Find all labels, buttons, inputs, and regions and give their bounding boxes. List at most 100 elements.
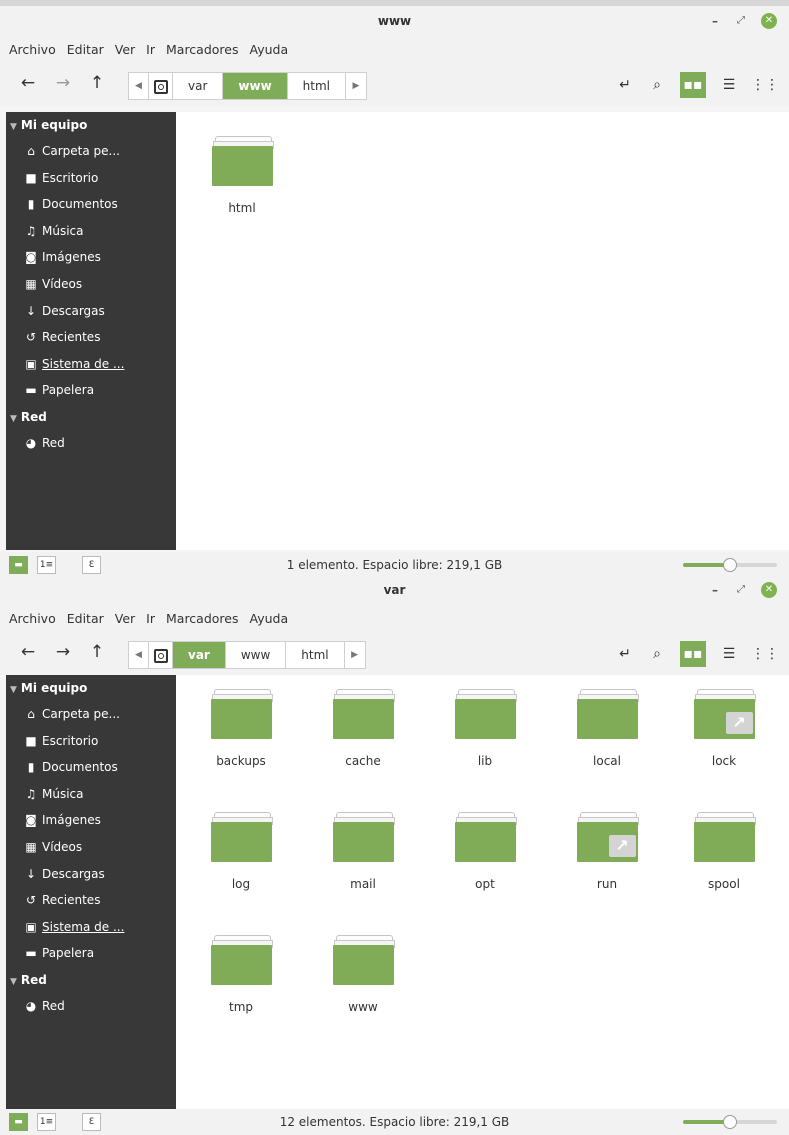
sidebar-item-descargas[interactable]: ↓ Descargas bbox=[6, 298, 176, 325]
breadcrumb-var[interactable]: var bbox=[173, 642, 226, 668]
maximize-button[interactable]: ⤢ bbox=[733, 13, 749, 29]
forward-button[interactable]: → bbox=[52, 642, 74, 662]
menu-bar: Archivo Editar Ver Ir Marcadores Ayuda bbox=[0, 38, 789, 60]
folder-item[interactable]: spool bbox=[664, 812, 784, 891]
sidebar-item-documentos[interactable]: ▮ Documentos bbox=[6, 191, 176, 218]
breadcrumb-html[interactable]: html bbox=[288, 73, 346, 99]
compact-view-button[interactable]: ⋮⋮ bbox=[751, 72, 779, 98]
folder-item[interactable]: opt bbox=[425, 812, 545, 891]
zoom-slider[interactable] bbox=[683, 1115, 777, 1129]
breadcrumb-root-disk-icon[interactable] bbox=[149, 642, 173, 668]
folder-item[interactable]: cache bbox=[303, 689, 423, 768]
folder-item[interactable]: tmp bbox=[181, 935, 301, 1014]
zoom-slider-knob[interactable] bbox=[723, 1115, 737, 1129]
back-button[interactable]: ← bbox=[17, 73, 39, 93]
sidebar-item-carpeta-personal[interactable]: ⌂ Carpeta pe... bbox=[6, 138, 176, 165]
search-icon[interactable]: ⌕ bbox=[644, 641, 670, 667]
folder-item[interactable]: log bbox=[181, 812, 301, 891]
sidebar-item-musica[interactable]: ♫ Música bbox=[6, 781, 176, 808]
menu-editar[interactable]: Editar bbox=[67, 42, 104, 57]
breadcrumb-right-arrow-icon[interactable]: ▶ bbox=[345, 642, 365, 668]
menu-ir[interactable]: Ir bbox=[146, 611, 155, 626]
sidebar-section-red[interactable]: ▼ Red bbox=[6, 967, 176, 993]
breadcrumb-html[interactable]: html bbox=[286, 642, 345, 668]
toolbar: ← → ↑ ◀ var www html ▶ ↵ ⌕ ▪▪ ☰ ⋮⋮ bbox=[0, 60, 789, 106]
music-icon: ♫ bbox=[25, 223, 37, 238]
file-view: backups cache lib local ↗ lock log mail bbox=[176, 675, 789, 1109]
folder-item[interactable]: local bbox=[547, 689, 667, 768]
menu-archivo[interactable]: Archivo bbox=[9, 42, 56, 57]
sidebar-item-videos[interactable]: ▦ Vídeos bbox=[6, 271, 176, 298]
sidebar-item-imagenes[interactable]: ◙ Imágenes bbox=[6, 244, 176, 271]
sidebar-section-red[interactable]: ▼ Red bbox=[6, 404, 176, 430]
sidebar-item-red[interactable]: ◕ Red bbox=[6, 993, 176, 1020]
menu-ir[interactable]: Ir bbox=[146, 42, 155, 57]
folder-icon bbox=[332, 812, 395, 862]
folder-item[interactable]: html bbox=[182, 136, 302, 215]
forward-button[interactable]: → bbox=[52, 73, 74, 93]
breadcrumb-right-arrow-icon[interactable]: ▶ bbox=[346, 73, 366, 99]
menu-ver[interactable]: Ver bbox=[115, 611, 135, 626]
close-button[interactable]: ✕ bbox=[761, 582, 777, 598]
breadcrumb-www[interactable]: www bbox=[226, 642, 287, 668]
breadcrumb-left-arrow-icon[interactable]: ◀ bbox=[129, 73, 149, 99]
sidebar-item-papelera[interactable]: ▬ Papelera bbox=[6, 377, 176, 404]
breadcrumb-root-disk-icon[interactable] bbox=[149, 73, 173, 99]
list-view-button[interactable]: ☰ bbox=[716, 72, 742, 98]
sidebar-item-videos[interactable]: ▦ Vídeos bbox=[6, 834, 176, 861]
menu-ayuda[interactable]: Ayuda bbox=[250, 42, 289, 57]
folder-item[interactable]: ↗ lock bbox=[664, 689, 784, 768]
sidebar-item-imagenes[interactable]: ◙ Imágenes bbox=[6, 807, 176, 834]
toggle-location-entry-icon[interactable]: ↵ bbox=[612, 641, 638, 667]
zoom-slider[interactable] bbox=[683, 558, 777, 572]
breadcrumb-www[interactable]: www bbox=[223, 73, 288, 99]
trash-icon: ▬ bbox=[25, 946, 37, 961]
menu-editar[interactable]: Editar bbox=[67, 611, 104, 626]
sidebar-item-documentos[interactable]: ▮ Documentos bbox=[6, 754, 176, 781]
sidebar-item-red[interactable]: ◕ Red bbox=[6, 430, 176, 457]
menu-ver[interactable]: Ver bbox=[115, 42, 135, 57]
search-icon[interactable]: ⌕ bbox=[644, 72, 670, 98]
icon-view-button[interactable]: ▪▪ bbox=[680, 72, 706, 98]
icon-view-button[interactable]: ▪▪ bbox=[680, 641, 706, 667]
list-view-button[interactable]: ☰ bbox=[716, 641, 742, 667]
title-bar[interactable]: var – ⤢ ✕ bbox=[0, 575, 789, 607]
sidebar-item-escritorio[interactable]: ■ Escritorio bbox=[6, 165, 176, 192]
sidebar-item-descargas[interactable]: ↓ Descargas bbox=[6, 861, 176, 888]
minimize-button[interactable]: – bbox=[707, 13, 723, 29]
breadcrumb-var[interactable]: var bbox=[173, 73, 224, 99]
menu-marcadores[interactable]: Marcadores bbox=[166, 611, 239, 626]
folder-item[interactable]: lib bbox=[425, 689, 545, 768]
menu-archivo[interactable]: Archivo bbox=[9, 611, 56, 626]
compact-view-button[interactable]: ⋮⋮ bbox=[751, 641, 779, 667]
folder-name: cache bbox=[345, 754, 381, 768]
folder-item[interactable]: mail bbox=[303, 812, 423, 891]
back-button[interactable]: ← bbox=[17, 642, 39, 662]
folder-item[interactable]: www bbox=[303, 935, 423, 1014]
menu-ayuda[interactable]: Ayuda bbox=[250, 611, 289, 626]
sidebar-item-musica[interactable]: ♫ Música bbox=[6, 218, 176, 245]
menu-marcadores[interactable]: Marcadores bbox=[166, 42, 239, 57]
folder-item[interactable]: ↗ run bbox=[547, 812, 667, 891]
folder-item[interactable]: backups bbox=[181, 689, 301, 768]
sidebar-item-recientes[interactable]: ↺ Recientes bbox=[6, 324, 176, 351]
sidebar-item-papelera[interactable]: ▬ Papelera bbox=[6, 940, 176, 967]
toggle-location-entry-icon[interactable]: ↵ bbox=[612, 72, 638, 98]
zoom-slider-knob[interactable] bbox=[723, 558, 737, 572]
trash-icon: ▬ bbox=[25, 383, 37, 398]
sidebar-item-carpeta-personal[interactable]: ⌂ Carpeta pe... bbox=[6, 701, 176, 728]
close-button[interactable]: ✕ bbox=[761, 13, 777, 29]
minimize-button[interactable]: – bbox=[707, 582, 723, 598]
sidebar-item-sistema-de-archivos[interactable]: ▣ Sistema de ... bbox=[6, 914, 176, 941]
folder-icon bbox=[454, 689, 517, 739]
sidebar-item-recientes[interactable]: ↺ Recientes bbox=[6, 887, 176, 914]
sidebar-section-mi-equipo[interactable]: ▼ Mi equipo bbox=[6, 675, 176, 701]
up-button[interactable]: ↑ bbox=[86, 73, 108, 93]
sidebar-item-escritorio[interactable]: ■ Escritorio bbox=[6, 728, 176, 755]
up-button[interactable]: ↑ bbox=[86, 642, 108, 662]
maximize-button[interactable]: ⤢ bbox=[733, 582, 749, 598]
sidebar-section-mi-equipo[interactable]: ▼ Mi equipo bbox=[6, 112, 176, 138]
title-bar[interactable]: www – ⤢ ✕ bbox=[0, 6, 789, 38]
sidebar-item-sistema-de-archivos[interactable]: ▣ Sistema de ... bbox=[6, 351, 176, 378]
breadcrumb-left-arrow-icon[interactable]: ◀ bbox=[129, 642, 149, 668]
